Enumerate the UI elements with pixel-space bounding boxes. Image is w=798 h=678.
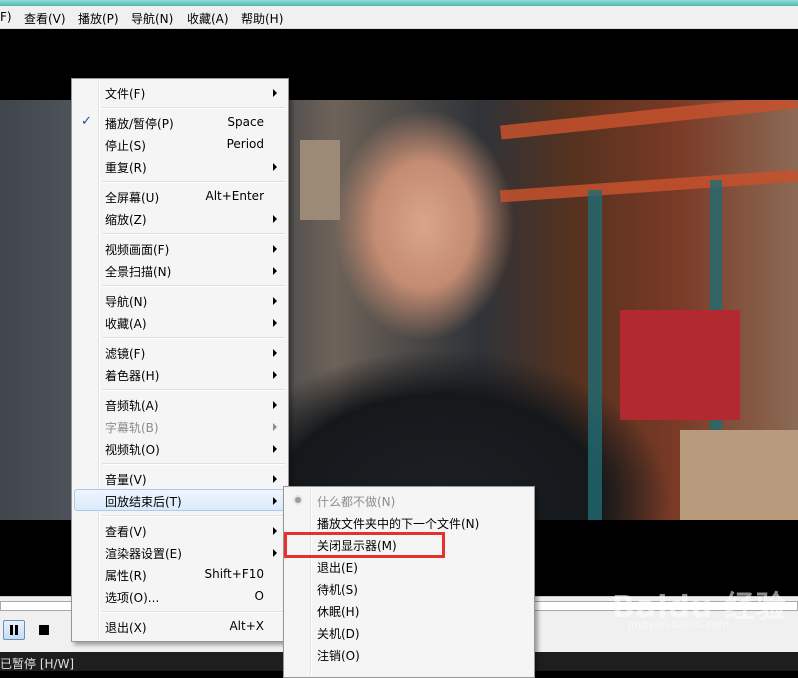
red-cabinet xyxy=(620,310,740,420)
submenu-arrow-icon xyxy=(273,401,277,409)
menu-view[interactable]: 查看(V) xyxy=(24,10,66,27)
menu-item-fullscreen[interactable]: 全屏幕(U) Alt+Enter xyxy=(74,185,286,207)
menu-item-shaders[interactable]: 着色器(H) xyxy=(74,363,286,385)
submenu-item-standby[interactable]: 待机(S) xyxy=(286,577,532,599)
submenu-arrow-icon xyxy=(273,349,277,357)
menu-item-renderer-settings[interactable]: 渲染器设置(E) xyxy=(74,541,286,563)
submenu-arrow-icon xyxy=(273,163,277,171)
submenu-item-log-off[interactable]: 注销(O) xyxy=(286,643,532,665)
menu-item-volume[interactable]: 音量(V) xyxy=(74,467,286,489)
warehouse-shelf xyxy=(500,100,798,140)
submenu-arrow-icon xyxy=(273,527,277,535)
cardboard-box xyxy=(300,140,340,220)
warehouse-shelf xyxy=(499,169,798,203)
submenu-arrow-icon xyxy=(273,497,277,505)
submenu-arrow-icon xyxy=(273,245,277,253)
warehouse-rack xyxy=(588,190,602,520)
menu-item-stop[interactable]: 停止(S) Period xyxy=(74,133,286,155)
menu-item-view[interactable]: 查看(V) xyxy=(74,519,286,541)
submenu-arrow-icon xyxy=(273,267,277,275)
menu-item-favorites[interactable]: 收藏(A) xyxy=(74,311,286,333)
cardboard-box xyxy=(680,430,798,520)
checkmark-icon: ✓ xyxy=(81,114,92,129)
submenu-item-play-next-file[interactable]: 播放文件夹中的下一个文件(N) xyxy=(286,511,532,533)
submenu-arrow-icon xyxy=(273,319,277,327)
submenu-arrow-icon xyxy=(273,89,277,97)
menu-navigate[interactable]: 导航(N) xyxy=(131,10,173,27)
submenu-arrow-icon xyxy=(273,475,277,483)
menu-favorites[interactable]: 收藏(A) xyxy=(187,10,229,27)
menu-item-options[interactable]: 选项(O)... O xyxy=(74,585,286,607)
menu-item-play-pause[interactable]: ✓ 播放/暂停(P) Space xyxy=(74,111,286,133)
menu-item-exit[interactable]: 退出(X) Alt+X xyxy=(74,615,286,637)
menu-play[interactable]: 播放(P) xyxy=(78,10,119,27)
menu-item-audio-track[interactable]: 音频轨(A) xyxy=(74,393,286,415)
menu-item-subtitle-track: 字幕轨(B) xyxy=(74,415,286,437)
annotation-highlight-box xyxy=(284,532,445,558)
menu-item-filters[interactable]: 滤镜(F) xyxy=(74,341,286,363)
submenu-arrow-icon xyxy=(273,215,277,223)
menu-item-navigate[interactable]: 导航(N) xyxy=(74,289,286,311)
menu-item-pan-scan[interactable]: 全景扫描(N) xyxy=(74,259,286,281)
pause-icon[interactable] xyxy=(3,620,25,640)
menu-item-repeat[interactable]: 重复(R) xyxy=(74,155,286,177)
stop-icon[interactable] xyxy=(32,620,54,640)
submenu-arrow-icon xyxy=(273,445,277,453)
after-playback-submenu: 什么都不做(N) 播放文件夹中的下一个文件(N) 关闭显示器(M) 退出(E) … xyxy=(283,486,535,678)
baidu-watermark: Baidu 经验 jingyan.baidu.com xyxy=(612,590,787,631)
menu-item-video-frame[interactable]: 视频画面(F) xyxy=(74,237,286,259)
menu-item-video-track[interactable]: 视频轨(O) xyxy=(74,437,286,459)
menu-file[interactable]: F) xyxy=(0,10,12,24)
menu-bar: F) 查看(V) 播放(P) 导航(N) 收藏(A) 帮助(H) xyxy=(0,6,798,29)
submenu-item-do-nothing: 什么都不做(N) xyxy=(286,489,532,511)
status-text: 已暂停 [H/W] xyxy=(0,657,75,671)
submenu-arrow-icon xyxy=(273,549,277,557)
submenu-item-hibernate[interactable]: 休眠(H) xyxy=(286,599,532,621)
menu-item-file[interactable]: 文件(F) xyxy=(74,81,286,103)
submenu-arrow-icon xyxy=(273,423,277,431)
context-menu: 文件(F) ✓ 播放/暂停(P) Space 停止(S) Period 重复(R) … xyxy=(71,78,289,642)
submenu-item-exit[interactable]: 退出(E) xyxy=(286,555,532,577)
menu-item-properties[interactable]: 属性(R) Shift+F10 xyxy=(74,563,286,585)
submenu-arrow-icon xyxy=(273,297,277,305)
menu-item-zoom[interactable]: 缩放(Z) xyxy=(74,207,286,229)
menu-item-after-playback[interactable]: 回放结束后(T) xyxy=(74,489,286,511)
menu-help[interactable]: 帮助(H) xyxy=(241,10,283,27)
submenu-arrow-icon xyxy=(273,371,277,379)
radio-selected-icon xyxy=(295,497,301,503)
submenu-item-shutdown[interactable]: 关机(D) xyxy=(286,621,532,643)
